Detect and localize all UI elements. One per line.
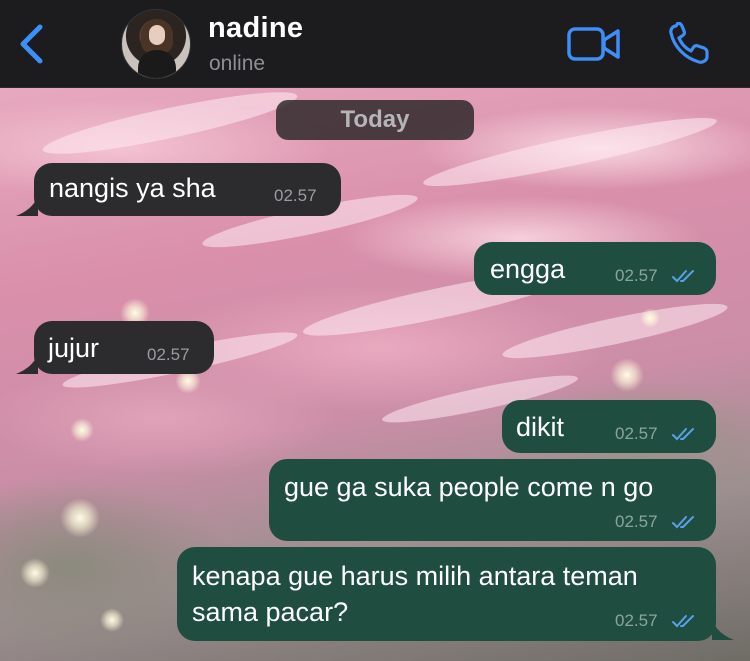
message-time: 02.57 [615,266,658,285]
message-text: engga [490,254,566,284]
chat-area[interactable]: Today nangis ya sha 02.57 engga 02.57 ju… [0,88,750,661]
avatar[interactable] [121,9,191,79]
read-receipt-icon [672,516,694,529]
video-call-button[interactable] [566,26,622,62]
message-text-line-1: kenapa gue harus milih antara teman [192,561,638,591]
bubble-tail [16,196,38,216]
message-text-line-2: sama pacar? [192,597,349,627]
back-button[interactable] [14,22,48,66]
message-outgoing[interactable]: engga 02.57 [474,242,716,295]
phone-icon [669,21,709,64]
message-incoming[interactable]: nangis ya sha 02.57 [34,163,341,216]
message-time: 02.57 [274,186,317,205]
message-incoming[interactable]: jujur 02.57 [34,321,214,374]
message-outgoing[interactable]: kenapa gue harus milih antara teman sama… [177,547,716,641]
chat-header: nadine online [0,0,750,88]
message-time: 02.57 [615,512,658,531]
message-time: 02.57 [147,345,190,364]
chevron-left-icon [20,24,43,64]
date-separator: Today [276,100,474,140]
message-text: dikit [516,412,565,442]
contact-status: online [209,52,266,75]
bubble-tail [712,620,734,640]
read-receipt-icon [672,615,694,628]
contact-name[interactable]: nadine [208,12,303,45]
message-text: jujur [48,333,100,363]
message-outgoing[interactable]: dikit 02.57 [502,400,716,453]
message-time: 02.57 [615,611,658,630]
read-receipt-icon [672,270,694,283]
message-outgoing[interactable]: gue ga suka people come n go 02.57 [269,459,716,541]
video-camera-icon [567,27,620,61]
message-time: 02.57 [615,424,658,443]
message-text: nangis ya sha [49,173,216,203]
bubble-tail [16,354,38,374]
voice-call-button[interactable] [666,21,714,66]
message-text: gue ga suka people come n go [284,472,654,502]
read-receipt-icon [672,428,694,441]
